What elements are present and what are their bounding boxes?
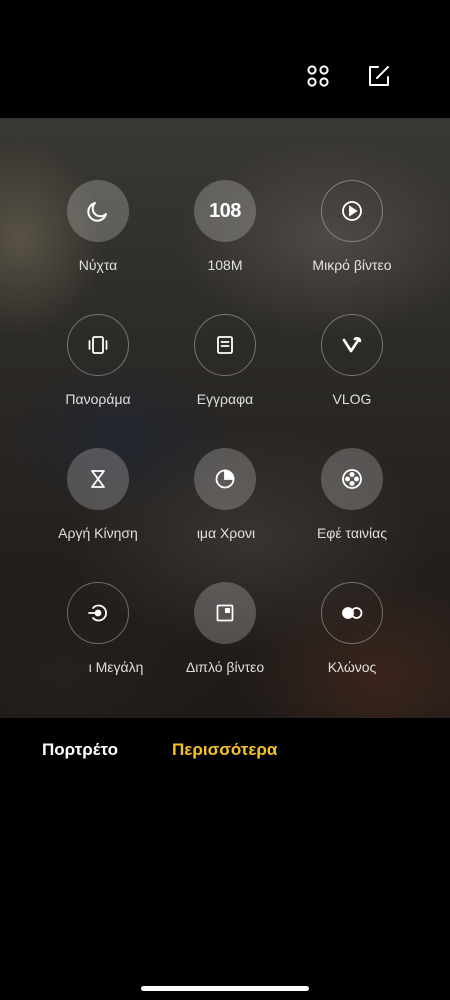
mode-clone[interactable]: Κλώνος	[277, 582, 427, 679]
mode-label: VLOG	[332, 391, 372, 407]
vlog-icon	[321, 314, 383, 376]
mode-label: Εφέ ταινίας	[316, 525, 388, 541]
108-icon: 108	[194, 180, 256, 242]
mode-film-effects[interactable]: Εφέ ταινίας	[277, 448, 427, 545]
long-exposure-icon	[67, 582, 129, 644]
tab-portrait[interactable]: Πορτρέτο	[42, 740, 118, 760]
mode-bar: Πορτρέτο Περισσότερα	[0, 718, 450, 788]
grid-icon[interactable]	[304, 62, 332, 90]
edit-icon[interactable]	[365, 62, 393, 90]
hourglass-icon	[67, 448, 129, 510]
dual-video-icon	[194, 582, 256, 644]
tab-more[interactable]: Περισσότερα	[172, 740, 277, 760]
home-indicator[interactable]	[141, 986, 309, 991]
mode-vlog[interactable]: VLOG	[277, 314, 427, 411]
film-reel-icon	[321, 448, 383, 510]
top-bar	[0, 0, 450, 118]
mode-label: Μικρό βίντεο	[312, 257, 392, 273]
clone-icon	[321, 582, 383, 644]
camera-viewfinder: Νύχτα 108 108M Μικρό βίντεο Πανοράμα Εγγ…	[0, 118, 450, 718]
mode-label: Κλώνος	[327, 659, 377, 675]
play-icon	[321, 180, 383, 242]
document-icon	[194, 314, 256, 376]
panorama-icon	[67, 314, 129, 376]
moon-icon	[67, 180, 129, 242]
mode-short-video[interactable]: Μικρό βίντεο	[277, 180, 427, 277]
timer-icon	[194, 448, 256, 510]
